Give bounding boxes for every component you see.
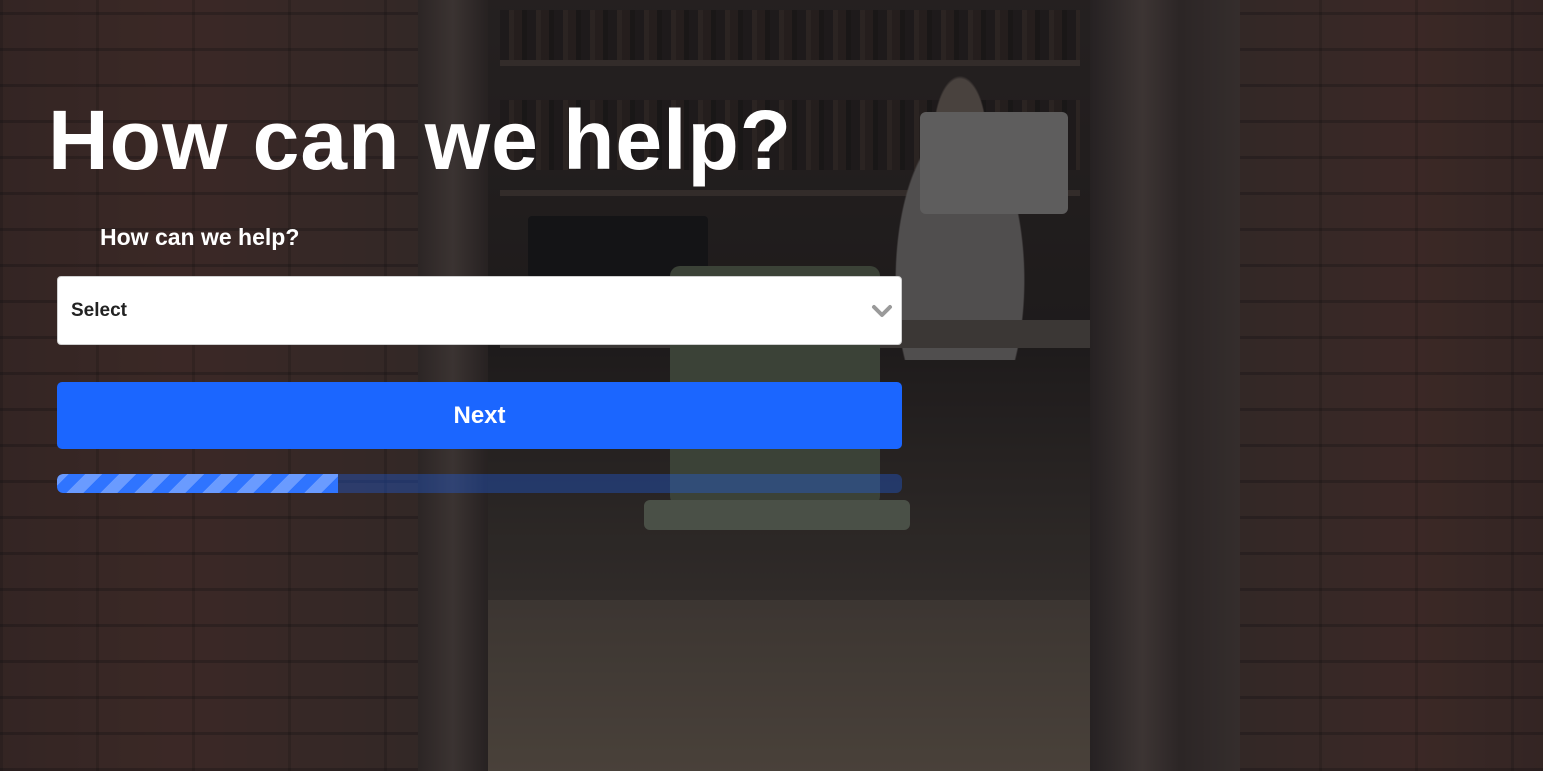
form-content: How can we help? How can we help? Select… — [0, 0, 1543, 771]
progress-bar — [57, 474, 902, 493]
next-button[interactable]: Next — [57, 382, 902, 449]
page: How can we help? How can we help? Select… — [0, 0, 1543, 771]
progress-bar-fill — [57, 474, 339, 493]
help-select-label: How can we help? — [100, 224, 300, 250]
help-select[interactable]: Select — [57, 276, 902, 345]
select-value: Select — [71, 300, 127, 321]
chevron-down-icon — [872, 305, 892, 317]
page-title: How can we help? — [48, 93, 793, 187]
